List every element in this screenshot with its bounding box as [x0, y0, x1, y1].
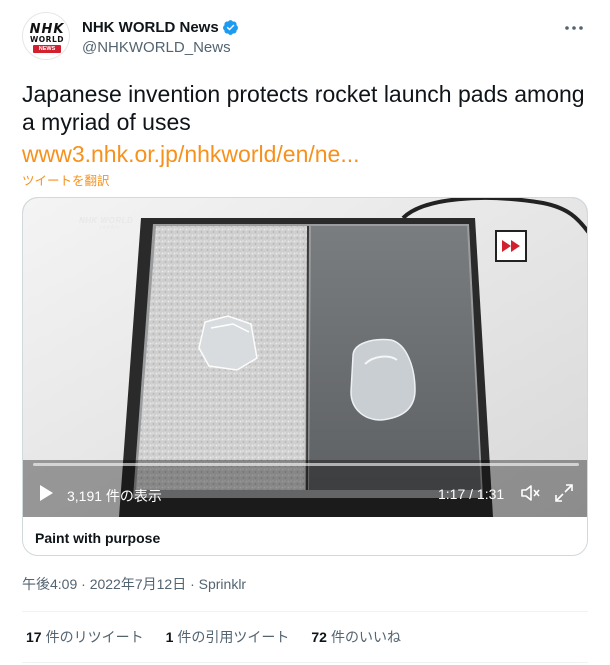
fullscreen-icon[interactable] [553, 482, 575, 504]
avatar-text-world: WORLD [30, 35, 64, 44]
avatar[interactable]: NHK WORLD NEWS [22, 12, 70, 60]
divider [22, 611, 588, 612]
volume-muted-icon[interactable] [519, 482, 541, 504]
quote-tweet-count-label: 件の引用ツイート [177, 629, 290, 645]
more-horizontal-icon[interactable] [562, 16, 586, 40]
video-time: 1:17 / 1:31 [438, 486, 505, 502]
fast-forward-icon [495, 230, 527, 262]
tweet-link[interactable]: www3.nhk.or.jp/nhkworld/en/ne... [22, 140, 360, 168]
video-watermark: NHK WORLD [79, 216, 134, 225]
play-icon[interactable] [37, 484, 55, 502]
retweet-count[interactable]: 17 件のリツイート [26, 627, 144, 647]
view-count: 3,191 件の表示 [67, 488, 162, 504]
display-name[interactable]: NHK WORLD News [82, 19, 219, 36]
video-watermark-sub: JAPAN [99, 225, 120, 231]
media-card-title[interactable]: Paint with purpose [35, 530, 160, 546]
like-count-label: 件のいいね [330, 629, 401, 645]
tweet-header: NHK WORLD NEWS NHK WORLD News @NHKWORLD_… [22, 12, 590, 66]
media-card[interactable]: NHK WORLD JAPAN 3,191 件の表示 1:17 / 1:31 P… [22, 197, 588, 556]
quote-tweet-count-value: 1 [165, 629, 174, 645]
retweet-count-label: 件のリツイート [45, 629, 144, 645]
handle[interactable]: @NHKWORLD_News [82, 39, 231, 56]
like-count[interactable]: 72 件のいいね [311, 627, 401, 647]
tweet-text: Japanese invention protects rocket launc… [22, 81, 585, 135]
video-progress-bar[interactable] [33, 463, 579, 466]
verified-badge-icon [222, 19, 238, 35]
translate-tweet-link[interactable]: ツイートを翻訳 [22, 170, 110, 189]
video-player[interactable]: NHK WORLD JAPAN 3,191 件の表示 1:17 / 1:31 [23, 198, 587, 517]
like-count-value: 72 [311, 629, 327, 645]
avatar-badge-news: NEWS [33, 45, 61, 53]
tweet-stats: 17 件のリツイート 1 件の引用ツイート 72 件のいいね [26, 627, 423, 647]
quote-tweet-count[interactable]: 1 件の引用ツイート [166, 627, 290, 647]
name-row: NHK WORLD News [82, 17, 239, 37]
divider [22, 662, 588, 663]
retweet-count-value: 17 [26, 629, 42, 645]
tweet-timestamp[interactable]: 午後4:09 · 2022年7月12日 · Sprinklr [22, 574, 246, 594]
